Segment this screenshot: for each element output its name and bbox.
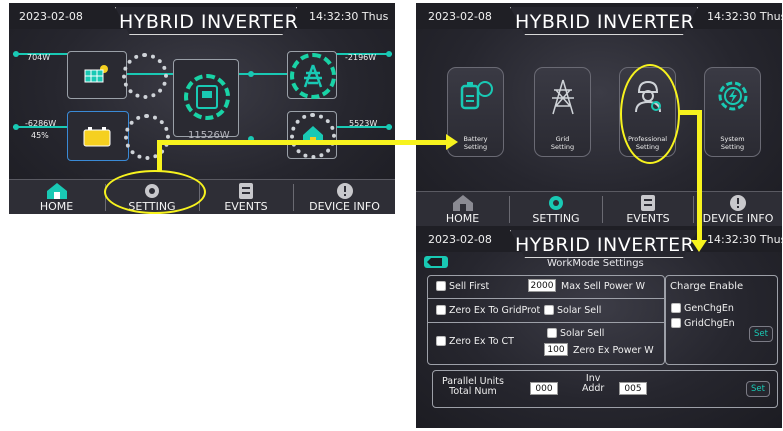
header-title: HYBRID INVERTER — [515, 234, 695, 256]
header-date: 2023-02-08 — [19, 10, 83, 23]
charge-enable-label: Charge Enable — [670, 281, 744, 292]
max-sell-power-input[interactable]: 2000 — [528, 279, 556, 292]
battery-leaf-icon — [460, 81, 493, 110]
nav-home-label: HOME — [445, 212, 480, 225]
settings-menu-screen: 2023-02-08 HYBRID INVERTER 14:32:30 Thus… — [416, 3, 782, 226]
nav-device-info[interactable]: DEVICE INFO — [294, 180, 395, 214]
arrow-line — [157, 140, 447, 145]
nav-events-label: EVENTS — [224, 200, 268, 213]
home-icon — [452, 195, 473, 211]
zero-ex-power-input[interactable]: 100 — [544, 343, 568, 356]
inv-addr-label: Inv Addr — [582, 373, 605, 394]
nav-device-info-label: DEVICE INFO — [309, 200, 380, 213]
battery-soc-value: 45% — [31, 131, 49, 140]
nav-device-info-label: DEVICE INFO — [702, 212, 774, 225]
home-screen: 2023-02-08 HYBRID INVERTER 14:32:30 Thus… — [9, 3, 395, 214]
battery-tile[interactable] — [67, 111, 170, 161]
sell-first-checkbox[interactable] — [436, 281, 446, 291]
gear-bolt-icon — [718, 81, 747, 111]
nav-home[interactable]: HOME — [9, 180, 104, 214]
flow-dot — [13, 124, 19, 130]
grid-tile[interactable] — [287, 51, 337, 99]
nav-device-info[interactable]: DEVICE INFO — [694, 192, 782, 226]
grid-chg-label: GridChgEn — [684, 318, 735, 329]
inverter-icon — [196, 85, 218, 109]
header-title: HYBRID INVERTER — [119, 11, 299, 33]
header-date: 2023-02-08 — [428, 233, 492, 246]
flow-dot — [386, 51, 392, 57]
flow-dot — [13, 51, 19, 57]
battery-dial — [124, 114, 170, 160]
inv-addr-input[interactable]: 005 — [619, 382, 647, 395]
document-icon — [641, 195, 655, 211]
grid-power-value: -2196W — [345, 53, 377, 62]
zero-ex-ct-checkbox[interactable] — [436, 336, 446, 346]
row-divider — [428, 298, 665, 299]
info-icon — [336, 183, 353, 199]
header-time: 14:32:30 Thus — [707, 233, 782, 246]
solar-panel-icon — [84, 65, 108, 83]
parallel-units-input[interactable]: 000 — [530, 382, 558, 395]
arrow-line — [697, 110, 702, 240]
flow-dot — [248, 71, 254, 77]
backspace-icon — [427, 258, 442, 266]
nav-home-label: HOME — [39, 200, 74, 213]
navbar: HOME SETTING EVENTS DEVICE INFO — [416, 191, 782, 226]
load-power-value: 5523W — [349, 119, 378, 128]
highlight-ring-setting — [104, 170, 206, 214]
grid-setting-label: Grid Setting — [550, 135, 575, 151]
zero-ex-power-label: Zero Ex Power W — [573, 345, 654, 356]
charge-set-button[interactable]: Set — [749, 326, 773, 342]
zero-ex-grid-label: Zero Ex To GridProt — [449, 305, 541, 316]
tower-icon — [551, 79, 574, 115]
solar-dial — [122, 53, 168, 99]
header-time: 14:32:30 Thus — [309, 10, 389, 23]
header-title: HYBRID INVERTER — [515, 11, 695, 33]
nav-setting-label: SETTING — [532, 212, 580, 225]
solar-sell-checkbox-1[interactable] — [544, 305, 554, 315]
nav-events[interactable]: EVENTS — [603, 192, 693, 226]
zero-ex-ct-label: Zero Ex To CT — [449, 336, 514, 347]
info-icon — [730, 195, 746, 211]
row-divider — [428, 322, 665, 323]
max-sell-power-label: Max Sell Power W — [561, 281, 645, 292]
parallel-units-label: Parallel Units Total Num — [442, 376, 504, 397]
solar-sell-label-2: Solar Sell — [560, 328, 605, 339]
system-setting-card[interactable]: System Setting — [704, 67, 761, 157]
gen-chg-checkbox[interactable] — [671, 303, 681, 313]
solar-power-value: 704W — [27, 53, 51, 62]
solar-tile[interactable] — [67, 51, 168, 99]
nav-events[interactable]: EVENTS — [200, 180, 292, 214]
arrow-head — [691, 240, 707, 252]
arrow-head — [446, 134, 458, 150]
battery-power-value: -6286W — [25, 119, 57, 128]
header-date: 2023-02-08 — [428, 10, 492, 23]
inverter-tile[interactable]: 11526W — [173, 59, 239, 141]
zero-ex-grid-checkbox[interactable] — [436, 305, 446, 315]
home-icon — [46, 183, 67, 199]
parallel-set-button[interactable]: Set — [746, 381, 770, 397]
grid-chg-checkbox[interactable] — [671, 318, 681, 328]
nav-setting[interactable]: SETTING — [510, 192, 602, 226]
battery-icon — [83, 127, 111, 147]
header-time: 14:32:30 Thus — [707, 10, 782, 23]
workmode-title: WorkMode Settings — [547, 258, 644, 269]
gen-chg-label: GenChgEn — [684, 303, 734, 314]
load-tile[interactable] — [287, 111, 337, 159]
sell-first-label: Sell First — [449, 281, 490, 292]
system-setting-label: System Setting — [720, 135, 745, 151]
workmode-screen: 2023-02-08 HYBRID INVERTER 14:32:30 Thus… — [416, 226, 782, 428]
solar-sell-checkbox-2[interactable] — [547, 328, 557, 338]
flow-dot — [386, 124, 392, 130]
solar-sell-label-1: Solar Sell — [557, 305, 602, 316]
tower-icon — [303, 64, 323, 88]
document-icon — [239, 183, 253, 199]
back-button[interactable] — [424, 256, 448, 268]
grid-setting-card[interactable]: Grid Setting — [534, 67, 591, 157]
nav-events-label: EVENTS — [626, 212, 670, 225]
nav-home[interactable]: HOME — [416, 192, 509, 226]
gear-icon — [549, 196, 563, 210]
highlight-ring-professional — [620, 64, 680, 164]
